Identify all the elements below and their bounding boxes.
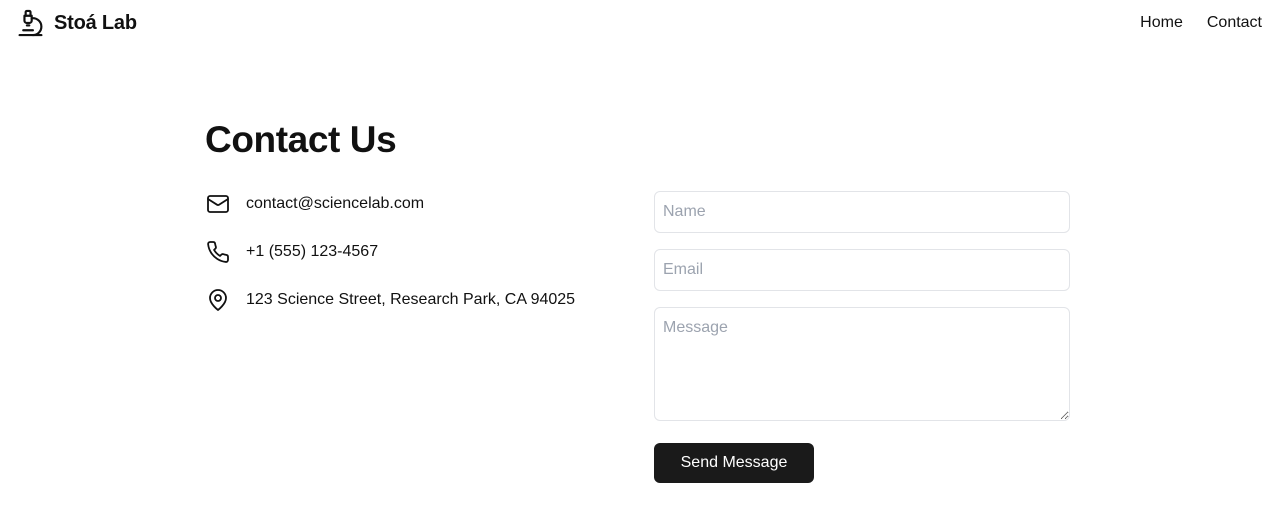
message-textarea[interactable] [654, 307, 1070, 421]
contact-email-text: contact@sciencelab.com [246, 195, 425, 212]
page-title: Contact Us [205, 119, 397, 160]
nav-home-link[interactable]: Home [1140, 12, 1183, 34]
mail-icon [206, 192, 230, 216]
brand-link[interactable]: Stoá Lab [16, 7, 137, 39]
contact-phone-row: +1 (555) 123-4567 [206, 240, 378, 264]
brand-name: Stoá Lab [54, 11, 137, 34]
contact-email-row: contact@sciencelab.com [206, 192, 424, 216]
contact-phone-text: +1 (555) 123-4567 [246, 243, 379, 260]
top-nav: Home Contact [1140, 12, 1262, 34]
site-header: Stoá Lab Home Contact [0, 0, 1276, 46]
microscope-icon [16, 8, 45, 38]
phone-icon [206, 240, 230, 264]
contact-address-text: 123 Science Street, Research Park, CA 94… [246, 291, 576, 308]
name-input[interactable] [654, 191, 1070, 233]
email-input[interactable] [654, 249, 1070, 291]
map-pin-icon [206, 288, 230, 312]
contact-address-row: 123 Science Street, Research Park, CA 94… [206, 288, 575, 312]
send-message-button[interactable]: Send Message [654, 443, 814, 483]
nav-contact-link[interactable]: Contact [1207, 12, 1262, 34]
